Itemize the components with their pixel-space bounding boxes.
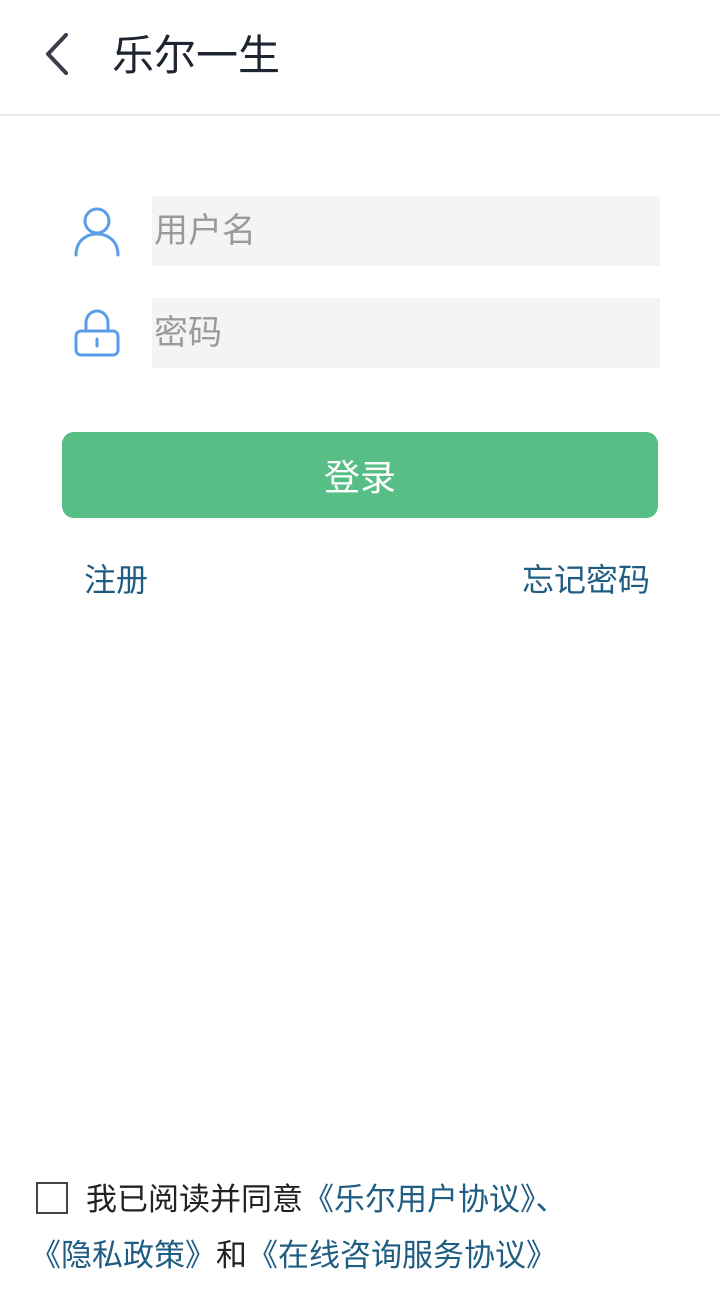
agreement-separator: 、	[535, 1182, 567, 1218]
username-input[interactable]	[152, 196, 660, 266]
agreement-text: 我已阅读并同意《乐尔用户协议》、《隐私政策》和《在线咨询服务协议》	[30, 1172, 700, 1284]
username-row	[0, 196, 720, 266]
agreement-conjunction: 和	[216, 1238, 247, 1274]
back-button[interactable]	[30, 24, 84, 84]
register-link[interactable]: 注册	[84, 558, 148, 602]
privacy-policy-link[interactable]: 《隐私政策》	[30, 1238, 216, 1274]
password-input[interactable]	[152, 298, 660, 368]
password-row	[0, 298, 720, 368]
forgot-password-link[interactable]: 忘记密码	[522, 558, 650, 602]
consult-agreement-link[interactable]: 《在线咨询服务协议》	[247, 1238, 557, 1274]
app-header: 乐尔一生	[0, 0, 720, 116]
page-title: 乐尔一生	[112, 31, 281, 80]
agree-checkbox[interactable]	[36, 1182, 68, 1214]
login-button[interactable]: 登录	[62, 432, 658, 518]
user-icon	[70, 204, 124, 258]
agreement-prefix: 我已阅读并同意	[86, 1182, 303, 1218]
user-agreement-link[interactable]: 《乐尔用户协议》	[303, 1182, 536, 1218]
lock-icon	[70, 306, 124, 360]
chevron-left-icon	[46, 33, 68, 75]
